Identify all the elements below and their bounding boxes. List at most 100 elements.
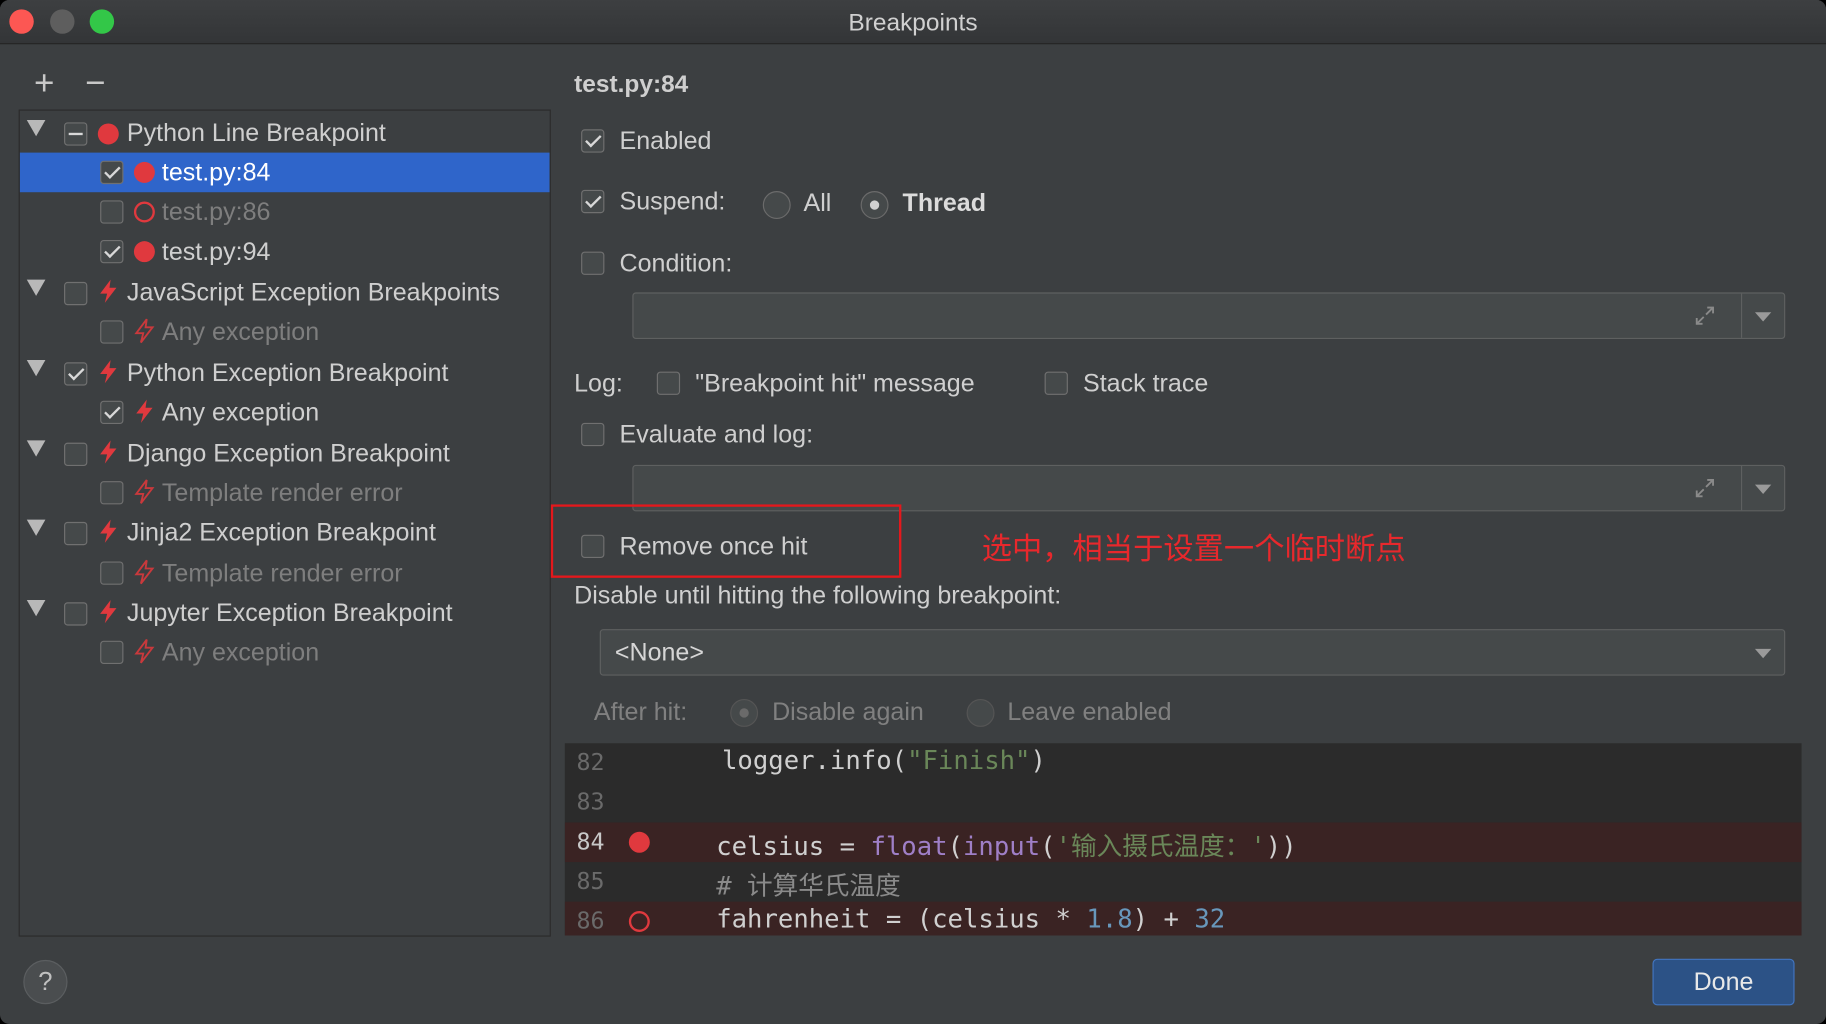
item-checkbox[interactable] <box>100 561 124 585</box>
evaluate-log-checkbox[interactable] <box>581 422 605 447</box>
tree-label: Template render error <box>161 559 403 588</box>
tree-item-test-py-84[interactable]: test.py:84 <box>19 152 550 193</box>
breakpoint-dot-icon <box>133 241 155 263</box>
tree-item-any-exception[interactable]: Any exception <box>20 633 550 673</box>
group-checkbox[interactable] <box>64 602 88 626</box>
item-checkbox[interactable] <box>100 239 124 264</box>
code-line: 85 # 计算华氏温度 <box>565 862 1802 902</box>
tree-label: Jinja2 Exception Breakpoint <box>126 518 436 547</box>
group-checkbox[interactable] <box>64 122 88 146</box>
tree-group-django-exception[interactable]: Django Exception Breakpoint <box>20 433 550 473</box>
lightning-bolt-icon <box>134 639 155 664</box>
tree-label: Template render error <box>161 478 403 507</box>
suspend-thread-radio[interactable] <box>860 191 889 220</box>
tree-item-test-py-94[interactable]: test.py:94 <box>20 232 550 272</box>
evaluate-history-dropdown-icon[interactable] <box>1754 484 1772 494</box>
tree-group-python-exception[interactable]: Python Exception Breakpoint <box>20 353 550 393</box>
lightning-bolt-icon <box>134 318 155 344</box>
breakpoints-dialog: Breakpoints + − Python Line Breakpoint t… <box>0 0 1826 1024</box>
condition-field[interactable] <box>632 292 1786 340</box>
code-text: celsius = float(input('输入摄氏温度：')) <box>716 832 1297 863</box>
tree-item-any-exception[interactable]: Any exception <box>20 312 550 352</box>
breakpoint-title: test.py:84 <box>574 71 689 98</box>
suspend-all-radio[interactable] <box>762 191 791 220</box>
condition-history-dropdown-icon[interactable] <box>1754 312 1772 322</box>
lightning-bolt-icon <box>136 399 153 423</box>
condition-label: Condition: <box>619 249 733 278</box>
tree-label: test.py:84 <box>161 158 271 187</box>
item-checkbox[interactable] <box>100 481 124 505</box>
remove-breakpoint-button[interactable]: − <box>78 66 113 103</box>
code-line-breakpoint: 84 celsius = float(input('输入摄氏温度：')) <box>564 822 1802 863</box>
breakpoint-tree: Python Line Breakpoint test.py:84 test.p… <box>18 109 551 937</box>
leave-enabled-label: Leave enabled <box>1007 697 1172 726</box>
item-checkbox[interactable] <box>100 160 124 185</box>
condition-checkbox[interactable] <box>581 251 605 275</box>
tree-group-javascript-exception[interactable]: JavaScript Exception Breakpoints <box>20 273 550 313</box>
log-message-checkbox[interactable] <box>656 371 681 395</box>
lightning-bolt-icon <box>134 479 155 504</box>
item-checkbox[interactable] <box>100 200 124 224</box>
lightning-bolt-icon <box>100 279 117 303</box>
group-checkbox[interactable] <box>64 362 88 386</box>
tree-label: Django Exception Breakpoint <box>126 439 450 468</box>
code-text: logger.info("Finish") <box>660 746 1046 776</box>
line-number: 83 <box>576 787 605 816</box>
code-text: # 计算华氏温度 <box>716 872 901 902</box>
breakpoint-dot-icon[interactable] <box>628 831 650 853</box>
remove-once-hit-checkbox[interactable] <box>581 534 605 559</box>
tree-label: Any exception <box>161 638 320 667</box>
evaluate-log-label: Evaluate and log: <box>619 420 814 449</box>
group-checkbox[interactable] <box>64 521 88 546</box>
expand-triangle-icon[interactable] <box>26 359 46 377</box>
suspend-label: Suspend: <box>619 187 726 216</box>
title-bar: Breakpoints <box>0 0 1826 45</box>
done-button[interactable]: Done <box>1652 958 1795 1006</box>
line-number: 82 <box>576 747 605 776</box>
enabled-checkbox[interactable] <box>581 129 605 153</box>
tree-label: Python Exception Breakpoint <box>126 358 449 387</box>
breakpoint-dot-icon <box>133 161 155 183</box>
code-preview: 82 logger.info("Finish") 83 84 celsius =… <box>564 743 1802 936</box>
tree-label: test.py:94 <box>161 237 271 266</box>
item-checkbox[interactable] <box>100 400 124 425</box>
breakpoint-disabled-icon[interactable] <box>628 910 650 932</box>
disable-until-label: Disable until hitting the following brea… <box>574 581 1062 610</box>
expand-triangle-icon[interactable] <box>26 519 46 536</box>
tree-group-jupyter-exception[interactable]: Jupyter Exception Breakpoint <box>20 593 550 633</box>
disable-again-radio[interactable] <box>730 698 759 727</box>
expand-triangle-icon[interactable] <box>26 279 46 296</box>
suspend-thread-label: Thread <box>902 188 987 217</box>
window-title: Breakpoints <box>848 9 978 37</box>
chevron-down-icon[interactable] <box>1754 648 1772 659</box>
item-checkbox[interactable] <box>100 320 124 344</box>
stack-trace-checkbox[interactable] <box>1044 371 1068 395</box>
leave-enabled-radio[interactable] <box>966 698 995 727</box>
help-button[interactable]: ? <box>23 959 68 1005</box>
tree-group-jinja2-exception[interactable]: Jinja2 Exception Breakpoint <box>20 513 550 553</box>
tree-item-test-py-86[interactable]: test.py:86 <box>20 192 550 232</box>
lightning-bolt-icon <box>100 519 117 543</box>
suspend-checkbox[interactable] <box>581 189 605 214</box>
line-number: 84 <box>576 827 605 856</box>
lightning-bolt-icon <box>134 559 155 585</box>
expand-editor-icon[interactable] <box>1693 304 1716 327</box>
item-checkbox[interactable] <box>100 640 124 665</box>
group-checkbox[interactable] <box>64 442 88 466</box>
stack-trace-label: Stack trace <box>1083 369 1209 398</box>
add-breakpoint-button[interactable]: + <box>27 66 62 103</box>
expand-triangle-icon[interactable] <box>26 599 46 617</box>
line-number: 86 <box>576 906 605 935</box>
expand-triangle-icon[interactable] <box>26 440 46 457</box>
expand-triangle-icon[interactable] <box>26 119 46 137</box>
tree-item-template-render-error[interactable]: Template render error <box>20 473 550 513</box>
code-text: fahrenheit = (celsius * 1.8) + 32 <box>716 905 1226 935</box>
tree-group-python-line[interactable]: Python Line Breakpoint <box>20 113 550 153</box>
group-checkbox[interactable] <box>64 281 88 306</box>
tree-item-any-exception[interactable]: Any exception <box>20 393 550 433</box>
tree-item-template-render-error[interactable]: Template render error <box>20 553 550 593</box>
disable-until-value: <None> <box>614 638 704 667</box>
after-hit-label: After hit: <box>593 697 688 726</box>
expand-editor-icon[interactable] <box>1693 476 1716 499</box>
disable-until-select[interactable]: <None> <box>599 629 1786 676</box>
